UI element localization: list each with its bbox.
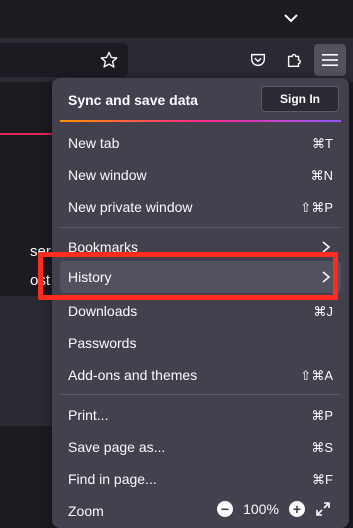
nav-bar: [0, 38, 353, 82]
zoom-in-button[interactable]: +: [289, 501, 305, 517]
star-icon[interactable]: [97, 48, 121, 72]
menu-item-label: Save page as...: [68, 439, 166, 455]
chevron-down-icon[interactable]: [281, 8, 301, 28]
sign-in-button[interactable]: Sign In: [261, 86, 339, 112]
menu-item-label: Print...: [68, 407, 109, 423]
fullscreen-icon[interactable]: [313, 499, 333, 519]
menu-item-label: New tab: [68, 135, 120, 151]
pocket-icon[interactable]: [246, 48, 270, 72]
menu-item-label: New window: [68, 167, 147, 183]
sync-title: Sync and save data: [68, 92, 198, 108]
menu-item-zoom: Zoom − 100% +: [60, 495, 341, 527]
menu-item-shortcut: ⌘T: [312, 136, 333, 151]
menu-item-addons[interactable]: Add-ons and themes ⇧⌘A: [60, 359, 341, 391]
menu-item-shortcut: ⇧⌘A: [300, 368, 333, 383]
menu-item-new-private-window[interactable]: New private window ⇧⌘P: [60, 191, 341, 223]
menu-item-label: Zoom: [68, 503, 104, 519]
zoom-reset-button[interactable]: 100%: [241, 501, 281, 517]
menu-item-shortcut: ⌘J: [313, 304, 334, 319]
menu-item-shortcut: ⌘N: [310, 168, 333, 183]
menu-item-shortcut: ⌘S: [311, 440, 333, 455]
accent-line: [0, 133, 55, 135]
menu-item-label: Passwords: [68, 335, 137, 351]
menu-separator: [60, 394, 341, 395]
menu-item-label: Downloads: [68, 303, 138, 319]
menu-item-find[interactable]: Find in page... ⌘F: [60, 463, 341, 495]
chevron-right-icon: [319, 269, 333, 285]
zoom-controls: − 100% +: [217, 499, 333, 519]
menu-item-history[interactable]: History: [60, 261, 341, 293]
menu-separator: [60, 227, 341, 228]
menu-item-save-page[interactable]: Save page as... ⌘S: [60, 431, 341, 463]
menu-item-new-tab[interactable]: New tab ⌘T: [60, 127, 341, 159]
sync-header: Sync and save data Sign In: [52, 78, 349, 121]
content-card: [0, 296, 55, 426]
menu-item-new-window[interactable]: New window ⌘N: [60, 159, 341, 191]
menu-item-label: New private window: [68, 199, 193, 215]
menu-item-bookmarks[interactable]: Bookmarks: [60, 231, 341, 263]
hamburger-icon[interactable]: [314, 44, 346, 76]
menu-item-shortcut: ⌘F: [312, 472, 333, 487]
menu-item-print[interactable]: Print... ⌘P: [60, 399, 341, 431]
menu-item-label: History: [68, 269, 112, 285]
tab-strip: [0, 0, 353, 38]
menu-item-label: Find in page...: [68, 471, 157, 487]
gradient-divider: [60, 120, 341, 122]
chevron-right-icon: [319, 239, 333, 255]
zoom-out-button[interactable]: −: [217, 501, 233, 517]
app-menu-panel: Sync and save data Sign In New tab ⌘T Ne…: [52, 78, 349, 528]
menu-item-shortcut: ⇧⌘P: [300, 200, 333, 215]
menu-item-shortcut: ⌘P: [311, 408, 333, 423]
menu-item-passwords[interactable]: Passwords: [60, 327, 341, 359]
menu-item-downloads[interactable]: Downloads ⌘J: [60, 295, 341, 327]
puzzle-icon[interactable]: [282, 48, 306, 72]
menu-item-label: Bookmarks: [68, 239, 139, 255]
menu-item-label: Add-ons and themes: [68, 367, 198, 383]
